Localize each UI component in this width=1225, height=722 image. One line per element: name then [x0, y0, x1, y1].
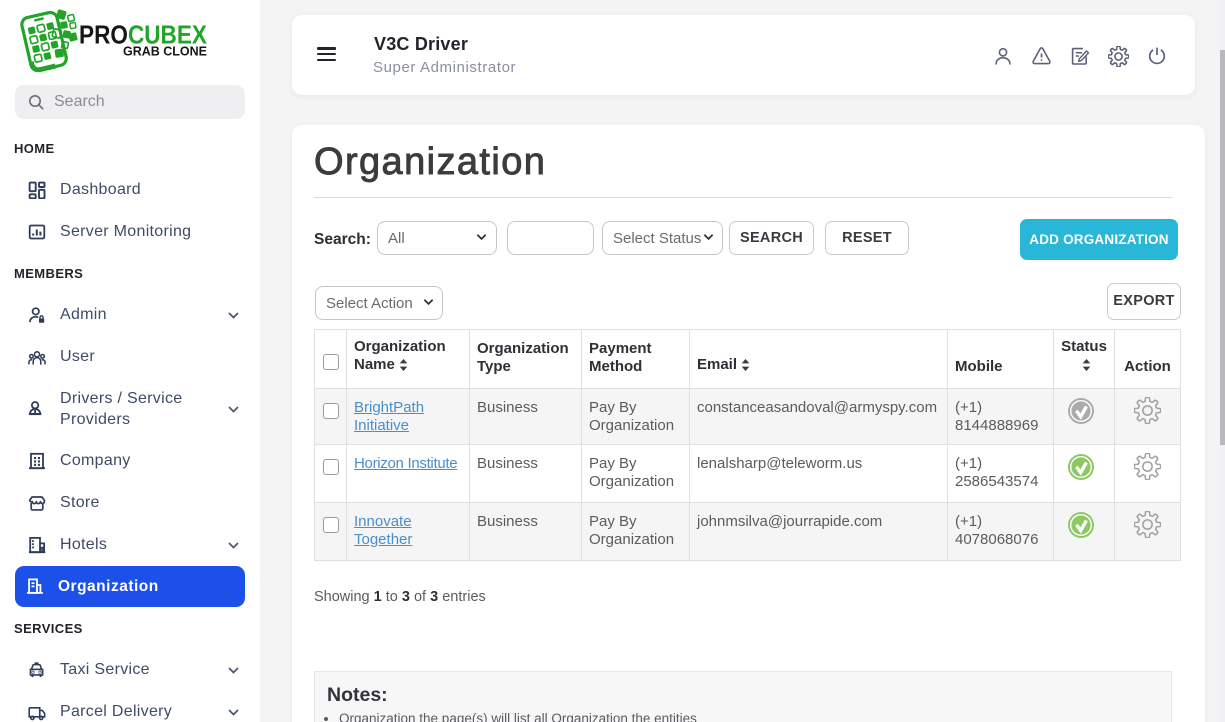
svg-text:GRAB CLONE: GRAB CLONE: [123, 45, 207, 59]
